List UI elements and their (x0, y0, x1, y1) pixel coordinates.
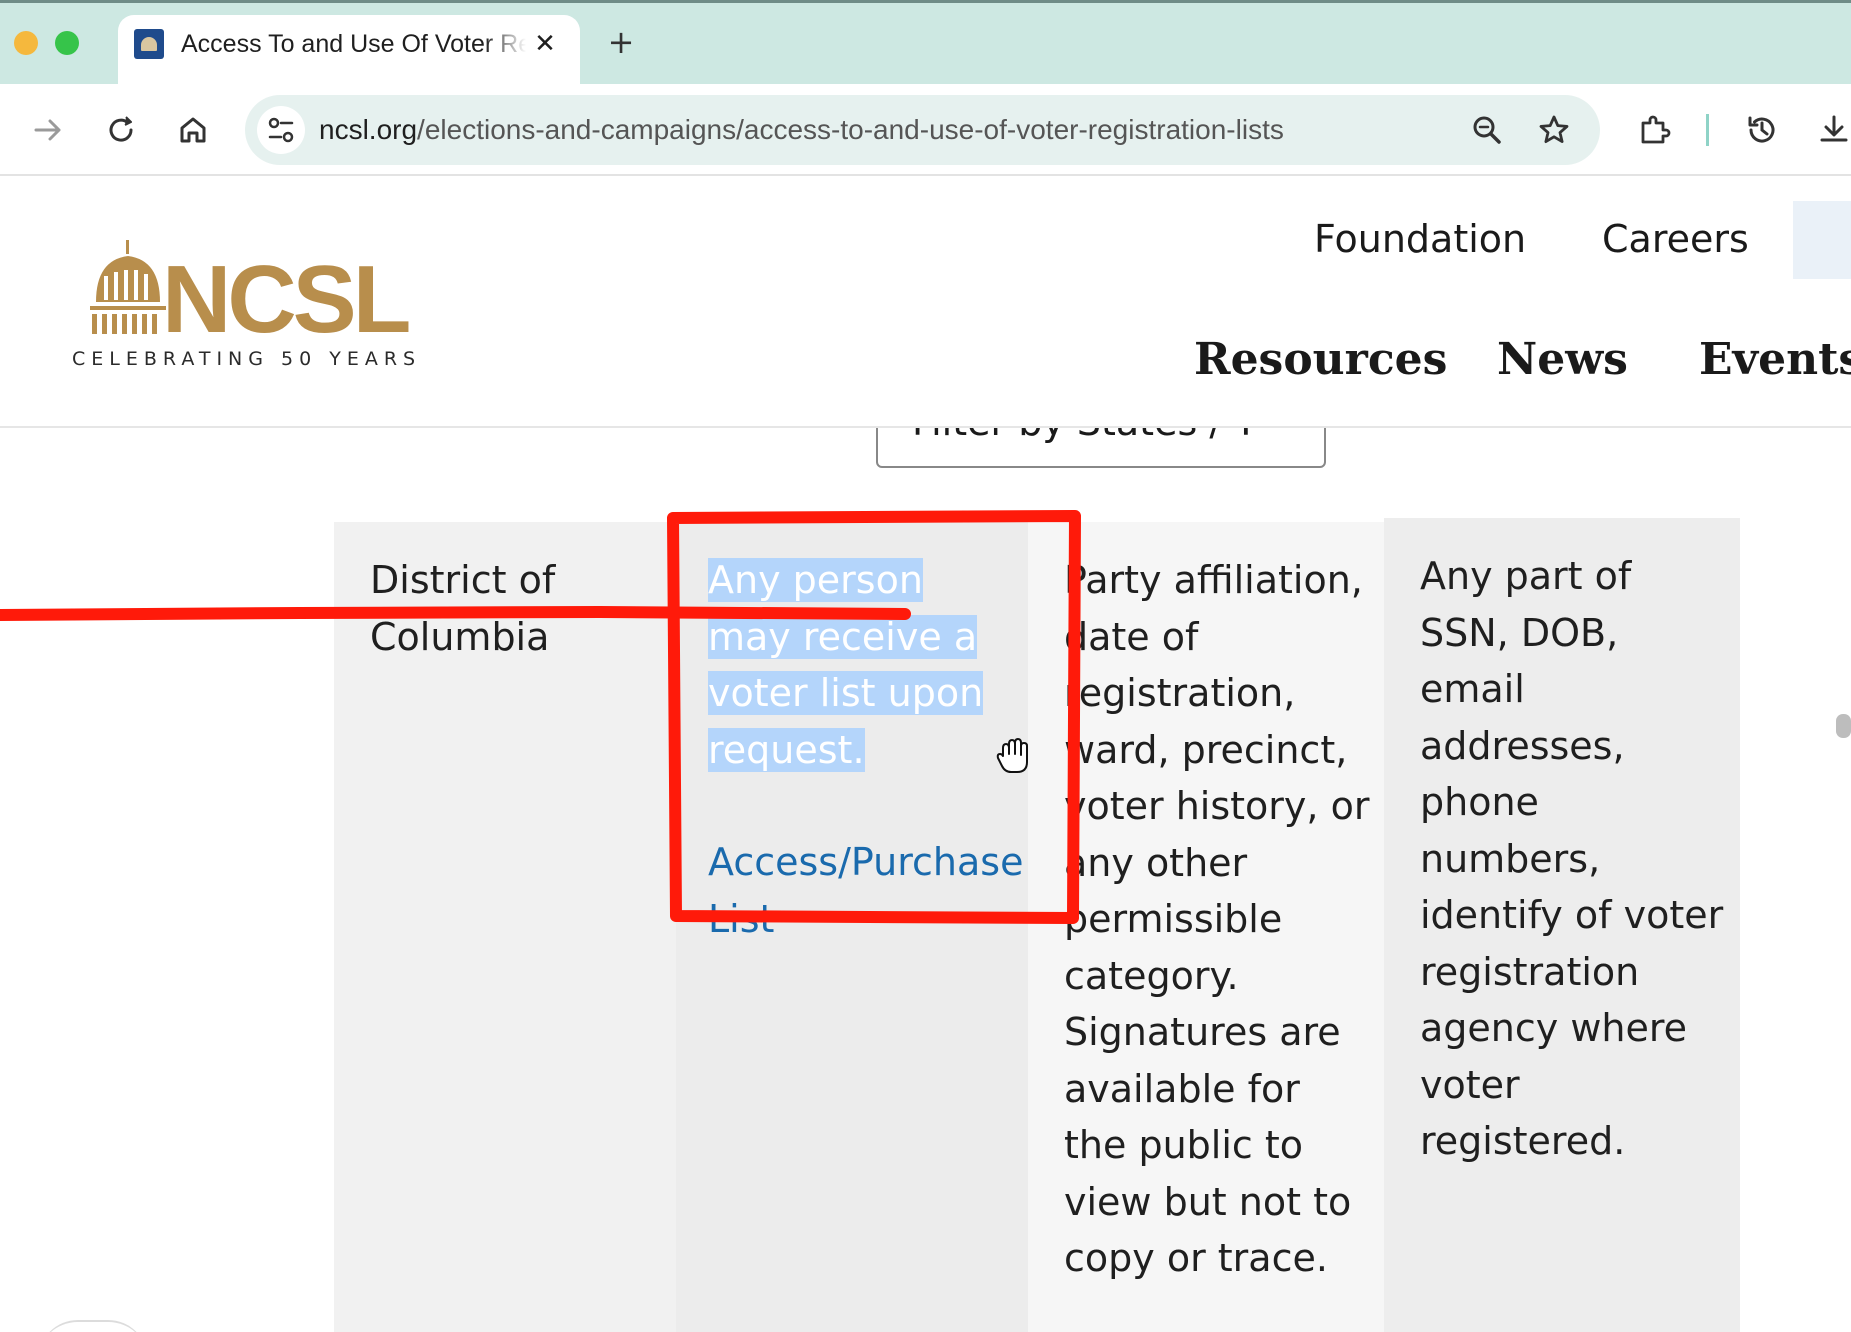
nav-news[interactable]: News (1497, 333, 1628, 387)
filter-label: Filter by States / T (912, 428, 1257, 444)
selected-access-text[interactable]: Any person may receive a voter list upon… (708, 558, 984, 772)
address-bar[interactable]: ncsl.org/elections-and-campaigns/access-… (245, 95, 1600, 165)
utility-link-foundation[interactable]: Foundation (1314, 216, 1526, 262)
ncsl-logo[interactable]: NCSL CELEBRATING 50 YEARS (70, 240, 420, 380)
state-filter-select[interactable]: Filter by States / T ▾ (876, 428, 1326, 468)
logo-tagline: CELEBRATING 50 YEARS (72, 348, 422, 370)
table-row: District of Columbia Any person may rece… (334, 518, 1851, 1332)
url-path: /elections-and-campaigns/access-to-and-u… (417, 114, 1284, 145)
site-info-button[interactable] (257, 106, 305, 154)
bookmark-star-icon[interactable] (1532, 108, 1576, 152)
url-text[interactable]: ncsl.org/elections-and-campaigns/access-… (319, 112, 1284, 148)
logo-wordmark: NCSL (162, 246, 411, 353)
tab-title: Access To and Use Of Voter Registration … (181, 30, 526, 58)
window-maximize-button[interactable] (55, 31, 79, 55)
cell-information-available: Party affiliation, date of registration,… (1028, 522, 1384, 1332)
information-available-text: Party affiliation, date of registration,… (1064, 558, 1370, 1280)
utility-link-careers[interactable]: Careers (1602, 216, 1749, 262)
cell-restricted-information: Any part of SSN, DOB, email addresses, p… (1384, 518, 1740, 1332)
cell-access: Any person may receive a voter list upon… (676, 522, 1028, 1332)
tabstrip-edge (0, 0, 1851, 3)
page-content: Filter by States / T ▾ District of Colum… (0, 428, 1851, 1332)
state-name: District of Columbia (370, 558, 556, 659)
home-icon[interactable] (171, 108, 215, 152)
capitol-dome-icon (90, 240, 166, 334)
floating-button-edge[interactable] (38, 1320, 148, 1332)
browser-tab-active[interactable]: Access To and Use Of Voter Registration … (118, 15, 580, 84)
nav-events[interactable]: Events (1699, 333, 1851, 387)
browser-toolbar: ncsl.org/elections-and-campaigns/access-… (0, 84, 1851, 176)
cell-state: District of Columbia (334, 522, 676, 1332)
url-host: ncsl.org (319, 114, 418, 145)
download-icon[interactable] (1812, 108, 1851, 152)
history-icon[interactable] (1740, 108, 1784, 152)
access-purchase-list-link[interactable]: Access/Purchase List (708, 834, 1023, 947)
forward-icon[interactable] (26, 108, 70, 152)
toolbar-divider (1706, 114, 1709, 146)
extensions-icon[interactable] (1632, 108, 1676, 152)
tab-close-icon[interactable]: ✕ (528, 27, 562, 61)
restricted-information-text: Any part of SSN, DOB, email addresses, p… (1420, 554, 1724, 1163)
browser-tabstrip: Access To and Use Of Voter Registration … (0, 0, 1851, 84)
scrollbar-thumb[interactable] (1836, 714, 1851, 738)
zoom-icon[interactable] (1465, 108, 1509, 152)
window-minimize-button[interactable] (14, 31, 38, 55)
utility-button-partial[interactable] (1793, 201, 1851, 279)
new-tab-button[interactable]: + (601, 22, 641, 62)
reload-icon[interactable] (99, 108, 143, 152)
site-favicon-icon (134, 29, 164, 59)
tune-icon (268, 117, 294, 143)
nav-resources[interactable]: Resources (1194, 333, 1447, 387)
site-header: NCSL CELEBRATING 50 YEARS Foundation Car… (0, 178, 1851, 428)
